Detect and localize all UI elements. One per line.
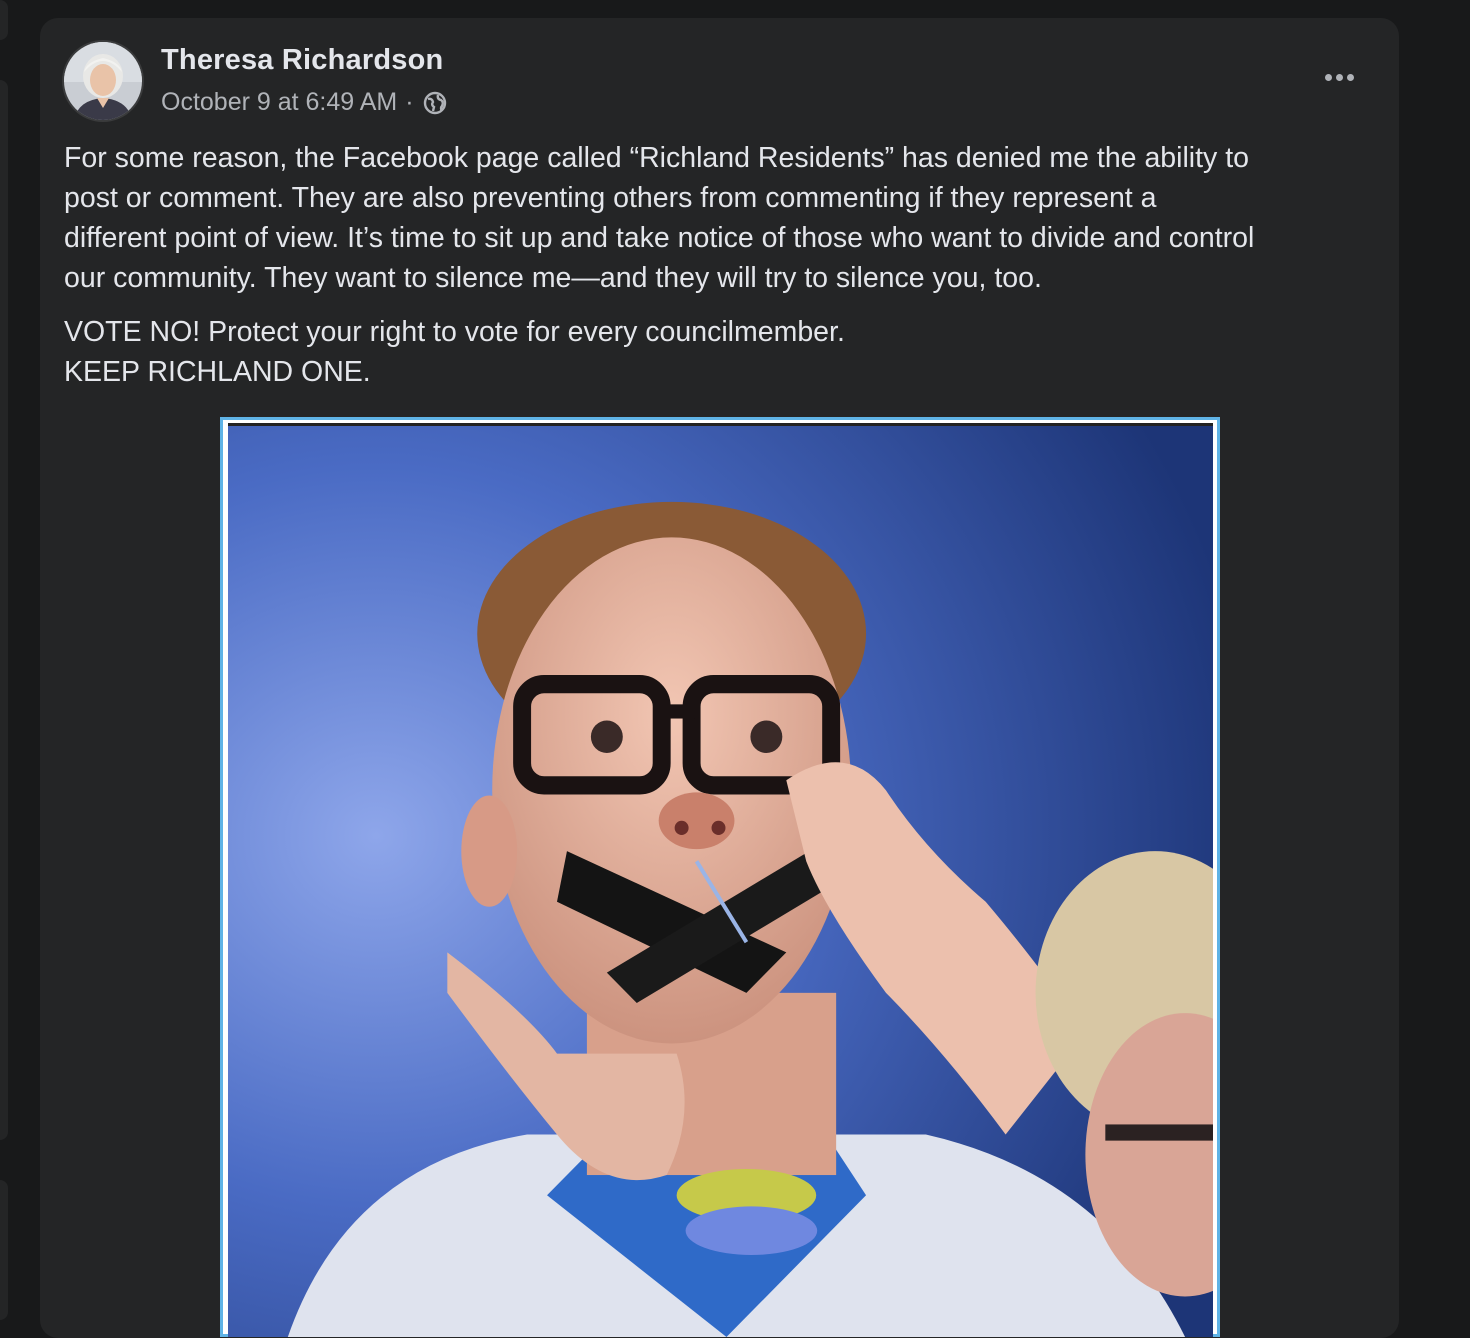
- left-rail-top: [0, 0, 8, 40]
- media-frame: [228, 423, 1213, 1337]
- post-timestamp[interactable]: October 9 at 6:49 AM: [161, 88, 397, 117]
- more-options-button[interactable]: [1317, 62, 1361, 92]
- left-rail: [0, 80, 8, 1140]
- author-avatar[interactable]: [64, 42, 142, 120]
- post-meta: October 9 at 6:49 AM ·: [161, 88, 448, 117]
- post-paragraph-1: For some reason, the Facebook page calle…: [64, 138, 1384, 298]
- avatar-image: [64, 42, 142, 120]
- text-line: post or comment. They are also preventin…: [64, 182, 1157, 214]
- author-name[interactable]: Theresa Richardson: [161, 44, 443, 77]
- text-line: our community. They want to silence me—a…: [64, 262, 1042, 294]
- left-rail-bottom: [0, 1180, 8, 1320]
- meta-separator: ·: [405, 88, 414, 116]
- text-line: VOTE NO! Protect your right to vote for …: [64, 316, 845, 348]
- gif-image: [228, 426, 1213, 1337]
- post-card: Theresa Richardson October 9 at 6:49 AM …: [40, 18, 1399, 1338]
- post-media-gif[interactable]: [220, 417, 1220, 1337]
- post-paragraph-2: VOTE NO! Protect your right to vote for …: [64, 312, 1384, 392]
- text-line: different point of view. It’s time to si…: [64, 222, 1255, 254]
- text-line: For some reason, the Facebook page calle…: [64, 142, 1249, 174]
- text-line: KEEP RICHLAND ONE.: [64, 356, 371, 388]
- post-body: For some reason, the Facebook page calle…: [64, 138, 1384, 406]
- more-horizontal-icon: [1324, 73, 1332, 81]
- globe-icon[interactable]: [422, 90, 448, 116]
